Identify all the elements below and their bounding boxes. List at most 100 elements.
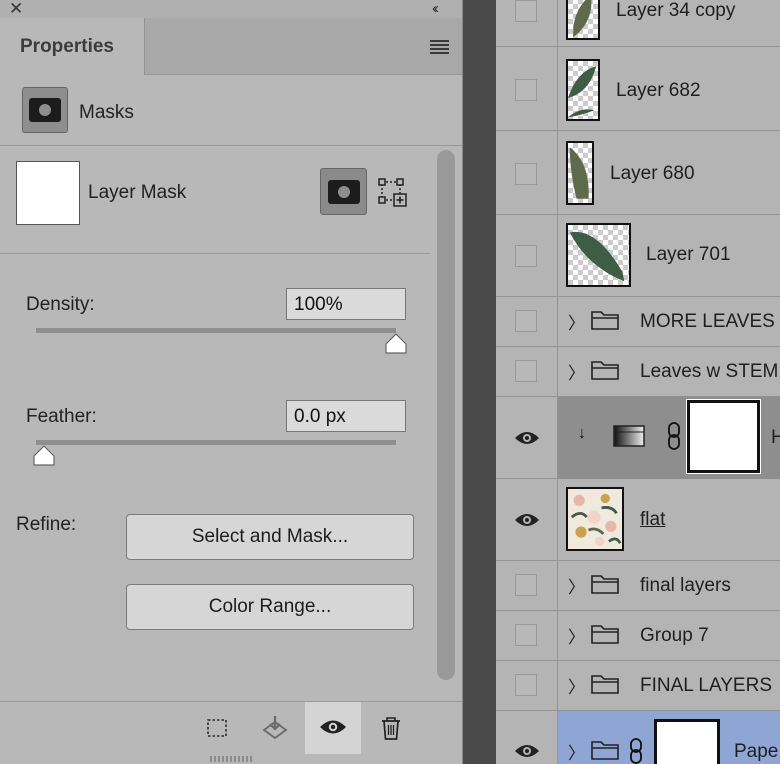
visibility-toggle[interactable] [496, 397, 558, 478]
select-and-mask-button[interactable]: Select and Mask... [126, 514, 414, 560]
feather-slider-track[interactable] [36, 440, 396, 445]
feather-label: Feather: [26, 406, 97, 427]
properties-panel: ✕ ‹‹ Properties Masks Layer Mask Density… [0, 0, 463, 764]
trash-icon[interactable] [377, 714, 405, 742]
layers-panel: Layer 34 copy Layer 682 Layer 680 Layer … [496, 0, 780, 764]
visibility-toggle[interactable] [496, 131, 558, 214]
clipping-arrow-icon: ↓ [578, 425, 586, 442]
group-row[interactable]: 〉 final layers [496, 561, 780, 611]
eye-icon [515, 432, 539, 444]
link-icon[interactable] [666, 421, 682, 451]
mask-properties-content: Layer Mask Density: 100% Feather: 0.0 px… [0, 146, 430, 701]
eye-icon [515, 745, 539, 757]
visibility-toggle[interactable] [496, 661, 558, 710]
density-slider-track[interactable] [36, 328, 396, 333]
group-mask-thumbnail[interactable] [654, 719, 720, 764]
layer-name: Layer 34 copy [616, 0, 736, 21]
refine-label: Refine: [16, 514, 77, 535]
adjustment-layer-row[interactable]: ↓ H [496, 397, 780, 479]
visibility-toggle[interactable] [496, 297, 558, 346]
layer-thumbnail [566, 487, 624, 551]
select-pixel-mask-button[interactable] [320, 168, 367, 215]
folder-icon [591, 575, 619, 594]
density-slider-handle[interactable] [384, 333, 408, 355]
group-name: Group 7 [640, 625, 709, 646]
feather-field[interactable]: 0.0 px [286, 400, 406, 432]
layer-name: flat [640, 509, 666, 530]
visibility-toggle[interactable] [496, 215, 558, 296]
layer-thumbnail [566, 59, 600, 121]
folder-icon [591, 625, 619, 644]
visibility-toggle[interactable] [496, 711, 558, 764]
layer-mask-thumbnail[interactable] [686, 399, 761, 474]
group-name: Leaves w STEM [640, 361, 779, 382]
properties-bottom-toolbar [0, 701, 462, 754]
folder-icon [591, 361, 619, 380]
visibility-toggle[interactable] [496, 611, 558, 660]
chevron-right-icon[interactable]: 〉 [568, 739, 585, 764]
tab-bar: Properties [0, 18, 462, 75]
masks-header: Masks [0, 75, 462, 146]
group-row[interactable]: 〉 Group 7 [496, 611, 780, 661]
layer-thumbnail [566, 141, 594, 205]
feather-slider-handle[interactable] [32, 445, 56, 467]
masks-title: Masks [79, 102, 134, 123]
group-name: Pape [734, 741, 779, 762]
scrollbar-thumb[interactable] [437, 150, 455, 680]
layer-name: Layer 682 [616, 80, 701, 101]
folder-icon [591, 741, 619, 760]
tab-properties-label: Properties [20, 36, 114, 57]
visibility-toggle[interactable] [496, 561, 558, 610]
tab-properties[interactable]: Properties [0, 18, 145, 75]
folder-icon [591, 311, 619, 330]
eye-icon [515, 514, 539, 526]
visibility-toggle[interactable] [496, 347, 558, 396]
layer-mask-thumbnail [16, 161, 80, 225]
visibility-toggle[interactable] [496, 0, 558, 46]
density-label: Density: [26, 294, 95, 315]
group-row-selected[interactable]: 〉 Pape [496, 711, 780, 764]
visibility-toggle[interactable] [496, 47, 558, 130]
layer-row[interactable]: Layer 701 [496, 215, 780, 297]
double-chevron-left-icon[interactable]: ‹‹ [432, 0, 439, 17]
layer-name: Layer 680 [610, 163, 695, 184]
apply-mask-icon[interactable] [261, 714, 289, 742]
layer-thumbnail [566, 0, 600, 40]
layer-name: Layer 701 [646, 244, 731, 265]
layer-mask-label: Layer Mask [88, 182, 187, 203]
layer-thumbnail [566, 223, 631, 287]
group-name: MORE LEAVES [640, 311, 775, 332]
chevron-right-icon[interactable]: 〉 [568, 673, 585, 698]
chevron-right-icon[interactable]: 〉 [568, 623, 585, 648]
gradient-map-icon [613, 425, 645, 447]
chevron-right-icon[interactable]: 〉 [568, 359, 585, 384]
layer-row[interactable]: Layer 34 copy [496, 0, 780, 47]
close-icon[interactable]: ✕ [9, 0, 23, 19]
pixel-mask-icon[interactable] [22, 87, 68, 133]
group-row[interactable]: 〉 MORE LEAVES [496, 297, 780, 347]
folder-icon [591, 675, 619, 694]
layer-row[interactable]: flat [496, 479, 780, 561]
eye-icon [320, 720, 346, 734]
vector-mask-icon[interactable] [378, 178, 408, 208]
group-name: final layers [640, 575, 731, 596]
toggle-mask-visibility-button[interactable] [305, 702, 361, 754]
link-icon[interactable] [629, 737, 643, 764]
visibility-toggle[interactable] [496, 479, 558, 560]
panel-divider [463, 0, 496, 764]
density-field[interactable]: 100% [286, 288, 406, 320]
layer-row[interactable]: Layer 680 [496, 131, 780, 215]
color-range-button[interactable]: Color Range... [126, 584, 414, 630]
hamburger-menu-icon[interactable] [430, 40, 449, 56]
group-name: FINAL LAYERS [640, 675, 772, 696]
chevron-right-icon[interactable]: 〉 [568, 309, 585, 334]
layer-row[interactable]: Layer 682 [496, 47, 780, 131]
group-row[interactable]: 〉 Leaves w STEM [496, 347, 780, 397]
layer-name: H [771, 427, 780, 448]
chevron-right-icon[interactable]: 〉 [568, 573, 585, 598]
divider [0, 253, 430, 254]
load-selection-icon[interactable] [203, 714, 231, 742]
resize-grip[interactable] [210, 756, 254, 762]
panel-top-bar: ✕ ‹‹ [0, 0, 462, 18]
group-row[interactable]: 〉 FINAL LAYERS [496, 661, 780, 711]
